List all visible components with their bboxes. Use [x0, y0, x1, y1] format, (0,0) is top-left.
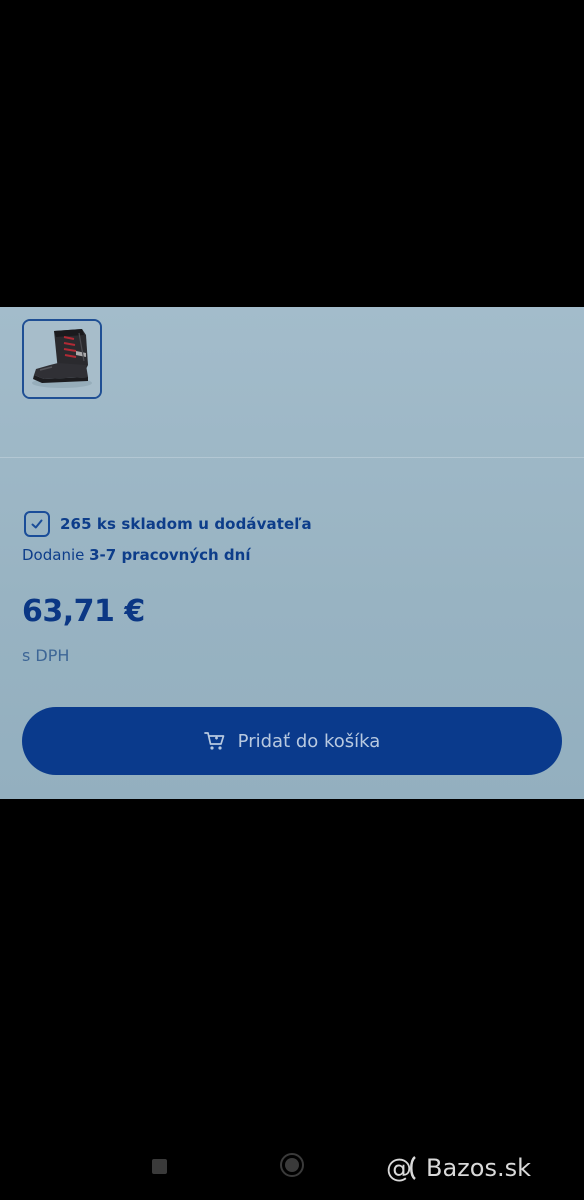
add-to-cart-label: Pridať do košíka	[237, 730, 381, 752]
boot-image	[24, 321, 100, 397]
cart-icon	[203, 731, 226, 751]
add-to-cart-button[interactable]: Pridať do košíka	[22, 707, 562, 775]
svg-text:@: @	[386, 1154, 412, 1184]
watermark-logo-icon: @	[386, 1154, 416, 1184]
stock-status: 265 ks skladom u dodávateľa	[24, 509, 312, 539]
delivery-info: Dodanie 3-7 pracovných dní	[22, 546, 251, 564]
home-button[interactable]	[279, 1152, 305, 1178]
stock-text: 265 ks skladom u dodávateľa	[60, 515, 312, 533]
section-divider	[0, 457, 584, 458]
checkmark-icon	[24, 511, 50, 537]
watermark-text: Bazos.sk	[426, 1154, 531, 1182]
screen: 265 ks skladom u dodávateľa Dodanie 3-7 …	[0, 0, 584, 1200]
delivery-prefix: Dodanie	[22, 546, 85, 564]
recent-apps-button[interactable]	[152, 1159, 167, 1174]
delivery-days: 3-7 pracovných dní	[89, 546, 251, 564]
watermark: @ Bazos.sk	[386, 1150, 531, 1186]
product-thumbnail[interactable]	[22, 319, 102, 399]
product-detail-panel: 265 ks skladom u dodávateľa Dodanie 3-7 …	[0, 307, 584, 799]
price: 63,71 €	[22, 594, 145, 629]
vat-note: s DPH	[22, 646, 70, 665]
